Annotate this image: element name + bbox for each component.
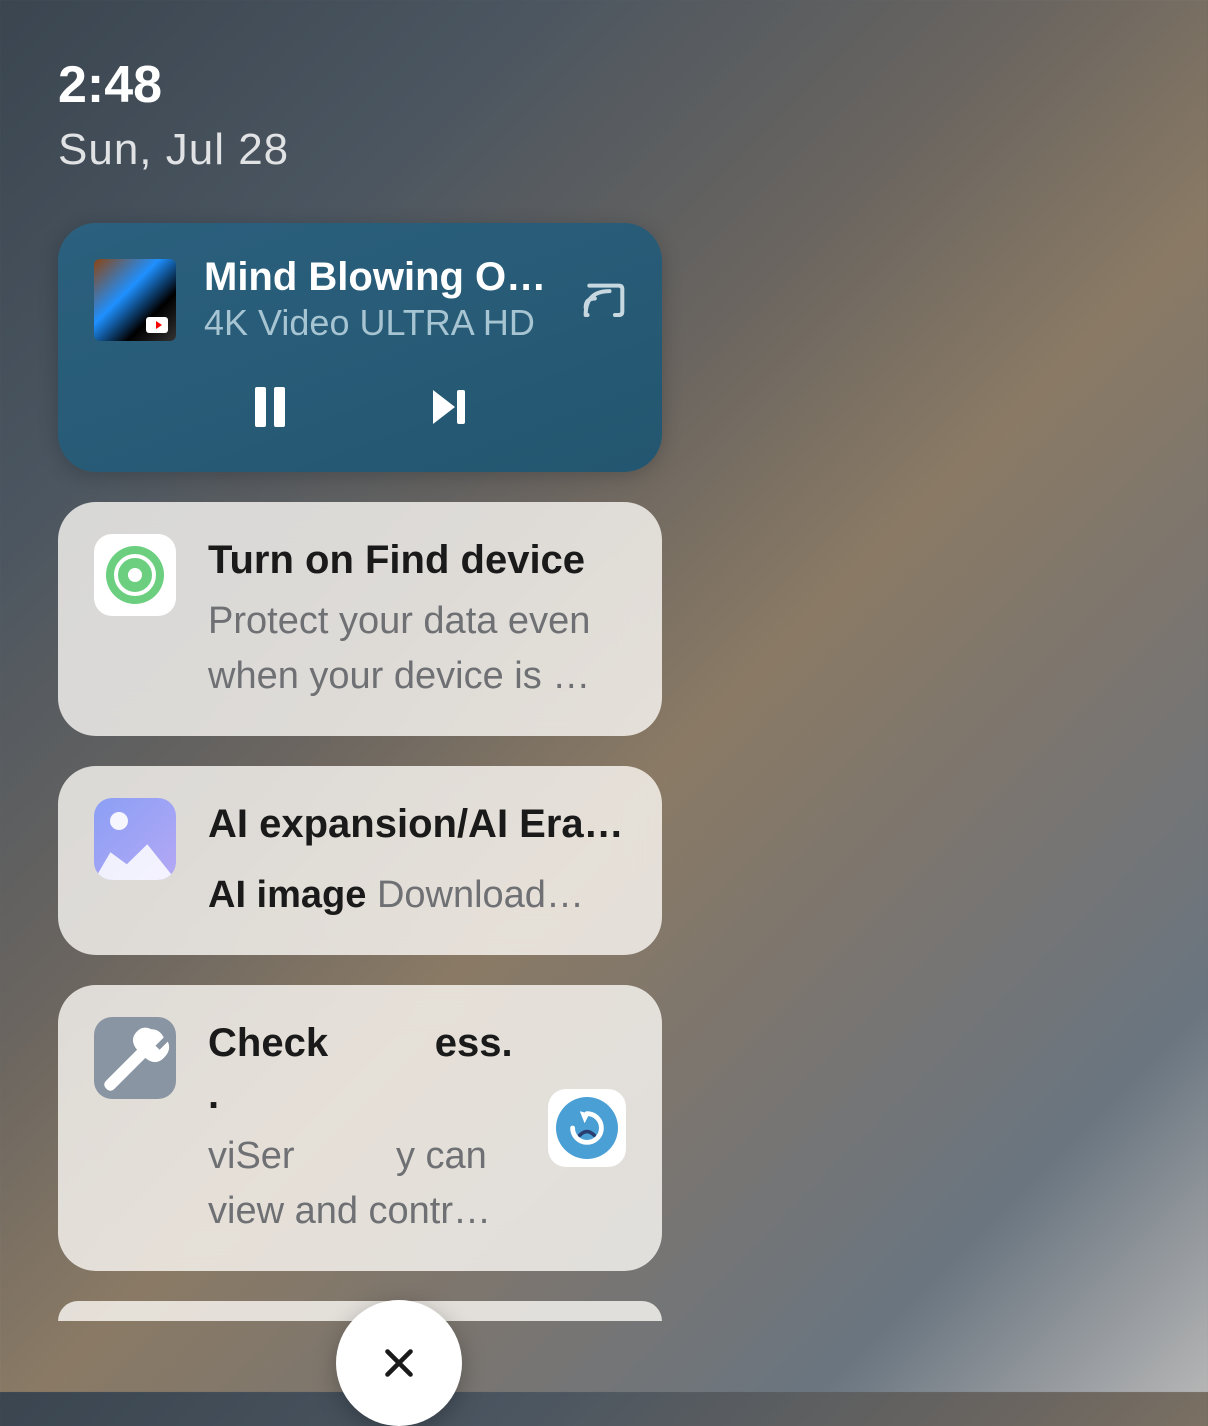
- clear-all-button[interactable]: [336, 1300, 462, 1426]
- notification-body: Protect your data even when your device …: [208, 594, 626, 704]
- next-track-button[interactable]: [425, 382, 475, 432]
- notification-title: AI expansion/AI Era…: [208, 798, 626, 850]
- close-icon: [376, 1340, 422, 1386]
- pause-button[interactable]: [245, 382, 295, 432]
- notification-ai-expansion[interactable]: AI expansion/AI Era… AI image Download…: [58, 766, 662, 955]
- refresh-app-icon: [548, 1089, 626, 1167]
- media-thumbnail: [94, 259, 176, 341]
- notification-body: AI image Download…: [208, 868, 626, 923]
- media-player-card[interactable]: Mind Blowing O… 4K Video ULTRA HD: [58, 223, 662, 472]
- status-header: 2:48 Sun, Jul 28: [58, 55, 662, 175]
- notification-body: viSerXXXXy can view and contr…: [208, 1129, 516, 1239]
- cast-icon[interactable]: [582, 282, 626, 318]
- notification-viser[interactable]: CheckXXXXess. . viSerXXXXy can view and …: [58, 985, 662, 1271]
- notification-title: Turn on Find device: [208, 534, 626, 586]
- wrench-icon: [94, 1017, 176, 1099]
- clock-time: 2:48: [58, 55, 662, 115]
- media-subtitle: 4K Video ULTRA HD: [204, 302, 554, 344]
- find-device-icon: [94, 534, 176, 616]
- notification-title: CheckXXXXess. .: [208, 1017, 516, 1121]
- media-title: Mind Blowing O…: [204, 255, 554, 300]
- gallery-icon: [94, 798, 176, 880]
- clock-date: Sun, Jul 28: [58, 125, 662, 175]
- notification-find-device[interactable]: Turn on Find device Protect your data ev…: [58, 502, 662, 736]
